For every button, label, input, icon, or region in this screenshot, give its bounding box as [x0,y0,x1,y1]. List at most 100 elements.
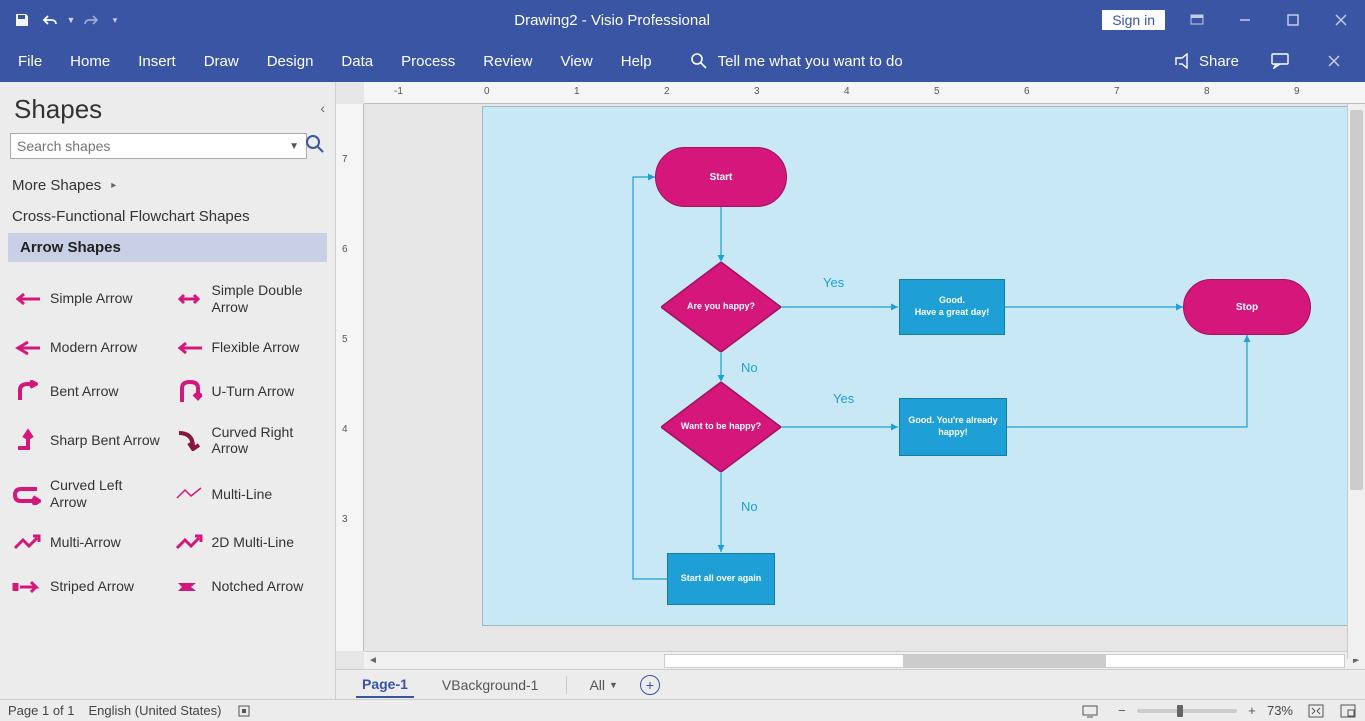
node-process-good-day[interactable]: Good.Have a great day! [899,279,1005,335]
shape-label: Modern Arrow [50,339,137,356]
tab-file[interactable]: File [18,53,42,70]
redo-icon[interactable] [80,8,104,32]
undo-dropdown-icon[interactable]: ▼ [66,8,76,32]
qat-customize-icon[interactable]: ▾ [108,8,122,32]
vertical-ruler: 7 6 5 4 3 [336,104,364,651]
shape-curved-left-arrow[interactable]: Curved Left Arrow [8,469,166,519]
page-tab-background[interactable]: VBackground-1 [436,673,545,697]
stencil-arrow-shapes[interactable]: Arrow Shapes [8,233,327,262]
comments-icon[interactable] [1267,53,1293,69]
save-icon[interactable] [10,8,34,32]
vertical-scrollbar[interactable] [1347,104,1365,659]
label-yes-2: Yes [833,391,854,406]
maximize-icon[interactable] [1269,0,1317,40]
notched-arrow-icon [174,575,204,599]
tab-home[interactable]: Home [70,53,110,70]
shape-label: 2D Multi-Line [212,534,294,551]
shape-modern-arrow[interactable]: Modern Arrow [8,328,166,368]
tab-help[interactable]: Help [621,53,652,70]
macro-recorder-icon[interactable] [235,702,253,720]
scrollbar-track[interactable] [664,654,1345,668]
share-button[interactable]: Share [1173,53,1239,70]
presentation-mode-icon[interactable] [1081,702,1099,720]
tab-draw[interactable]: Draw [204,53,239,70]
node-decision-want-happy[interactable]: Want to be happy? [661,382,781,472]
share-label: Share [1199,53,1239,70]
shape-curved-right-arrow[interactable]: Curved Right Arrow [170,416,328,466]
flexible-arrow-icon [174,336,204,360]
tell-me-search[interactable]: Tell me what you want to do [690,52,903,70]
multi-line-icon [174,482,204,506]
shape-simple-double-arrow[interactable]: Simple Double Arrow [170,274,328,324]
scrollbar-thumb[interactable] [903,655,1107,667]
add-page-button[interactable]: + [640,675,660,695]
tab-process[interactable]: Process [401,53,455,70]
sign-in-button[interactable]: Sign in [1102,10,1165,30]
zoom-slider-knob[interactable] [1177,705,1183,717]
collapse-pane-icon[interactable]: ‹ [320,100,325,116]
status-language[interactable]: English (United States) [89,703,222,718]
shape-notched-arrow[interactable]: Notched Arrow [170,567,328,607]
stencil-crossfunctional[interactable]: Cross-Functional Flowchart Shapes [0,202,335,231]
more-shapes-button[interactable]: More Shapes ▸ [0,169,335,202]
node-decision-happy[interactable]: Are you happy? [661,262,781,352]
search-icon[interactable] [305,134,325,159]
zoom-level[interactable]: 73% [1267,703,1293,718]
connectors [483,107,1361,625]
scroll-left-icon[interactable]: ◄ [364,655,382,666]
shape-bent-arrow[interactable]: Bent Arrow [8,372,166,412]
close-icon[interactable] [1317,0,1365,40]
search-icon [690,52,708,70]
shape-multi-arrow[interactable]: Multi-Arrow [8,523,166,563]
canvas[interactable]: Start Are you happy? Want to be happy? G… [364,104,1365,651]
drawing-page[interactable]: Start Are you happy? Want to be happy? G… [482,106,1362,626]
shape-multi-line[interactable]: Multi-Line [170,469,328,519]
multi-arrow-icon [12,531,42,555]
tell-me-label: Tell me what you want to do [718,53,903,70]
chevron-right-icon: ▸ [111,180,116,191]
search-shapes-input[interactable] [10,133,307,159]
zoom-out-icon[interactable]: − [1113,702,1131,720]
tab-view[interactable]: View [560,53,592,70]
label-no-1: No [741,360,758,375]
zoom-controls: − + 73% [1113,702,1293,720]
horizontal-scrollbar[interactable]: ◄ ► [364,651,1365,669]
shape-simple-arrow[interactable]: Simple Arrow [8,274,166,324]
shape-label: Simple Double Arrow [212,282,324,316]
page-tab-1[interactable]: Page-1 [356,672,414,698]
node-process-already-happy[interactable]: Good. You're alreadyhappy! [899,398,1007,456]
zoom-slider[interactable] [1137,709,1237,713]
tab-insert[interactable]: Insert [138,53,176,70]
fit-to-window-icon[interactable] [1307,702,1325,720]
curved-right-arrow-icon [174,428,204,452]
quick-access-toolbar: ▼ ▾ [0,8,122,32]
shape-flexible-arrow[interactable]: Flexible Arrow [170,328,328,368]
undo-icon[interactable] [38,8,62,32]
shape-striped-arrow[interactable]: Striped Arrow [8,567,166,607]
ribbon-close-icon[interactable] [1321,55,1347,67]
status-page: Page 1 of 1 [8,703,75,718]
curved-left-arrow-icon [12,482,42,506]
share-icon [1173,53,1191,69]
page-tab-all[interactable]: All ▼ [589,677,617,693]
zoom-in-icon[interactable]: + [1243,702,1261,720]
pan-zoom-window-icon[interactable] [1339,702,1357,720]
node-start[interactable]: Start [655,147,787,207]
node-process-start-over[interactable]: Start all over again [667,553,775,605]
shape-sharp-bent-arrow[interactable]: Sharp Bent Arrow [8,416,166,466]
shape-uturn-arrow[interactable]: U-Turn Arrow [170,372,328,412]
tab-design[interactable]: Design [267,53,314,70]
ribbon-display-options-icon[interactable] [1173,0,1221,40]
striped-arrow-icon [12,575,42,599]
simple-double-arrow-icon [174,287,204,311]
tab-data[interactable]: Data [341,53,373,70]
shape-2d-multi-line[interactable]: 2D Multi-Line [170,523,328,563]
node-stop[interactable]: Stop [1183,279,1311,335]
scrollbar-thumb[interactable] [1350,110,1363,490]
minimize-icon[interactable] [1221,0,1269,40]
shapes-pane-title: Shapes [0,82,335,133]
bent-arrow-icon [12,380,42,404]
tab-review[interactable]: Review [483,53,532,70]
title-bar: ▼ ▾ Drawing2 - Visio Professional Sign i… [0,0,1365,40]
shape-label: Multi-Arrow [50,534,121,551]
